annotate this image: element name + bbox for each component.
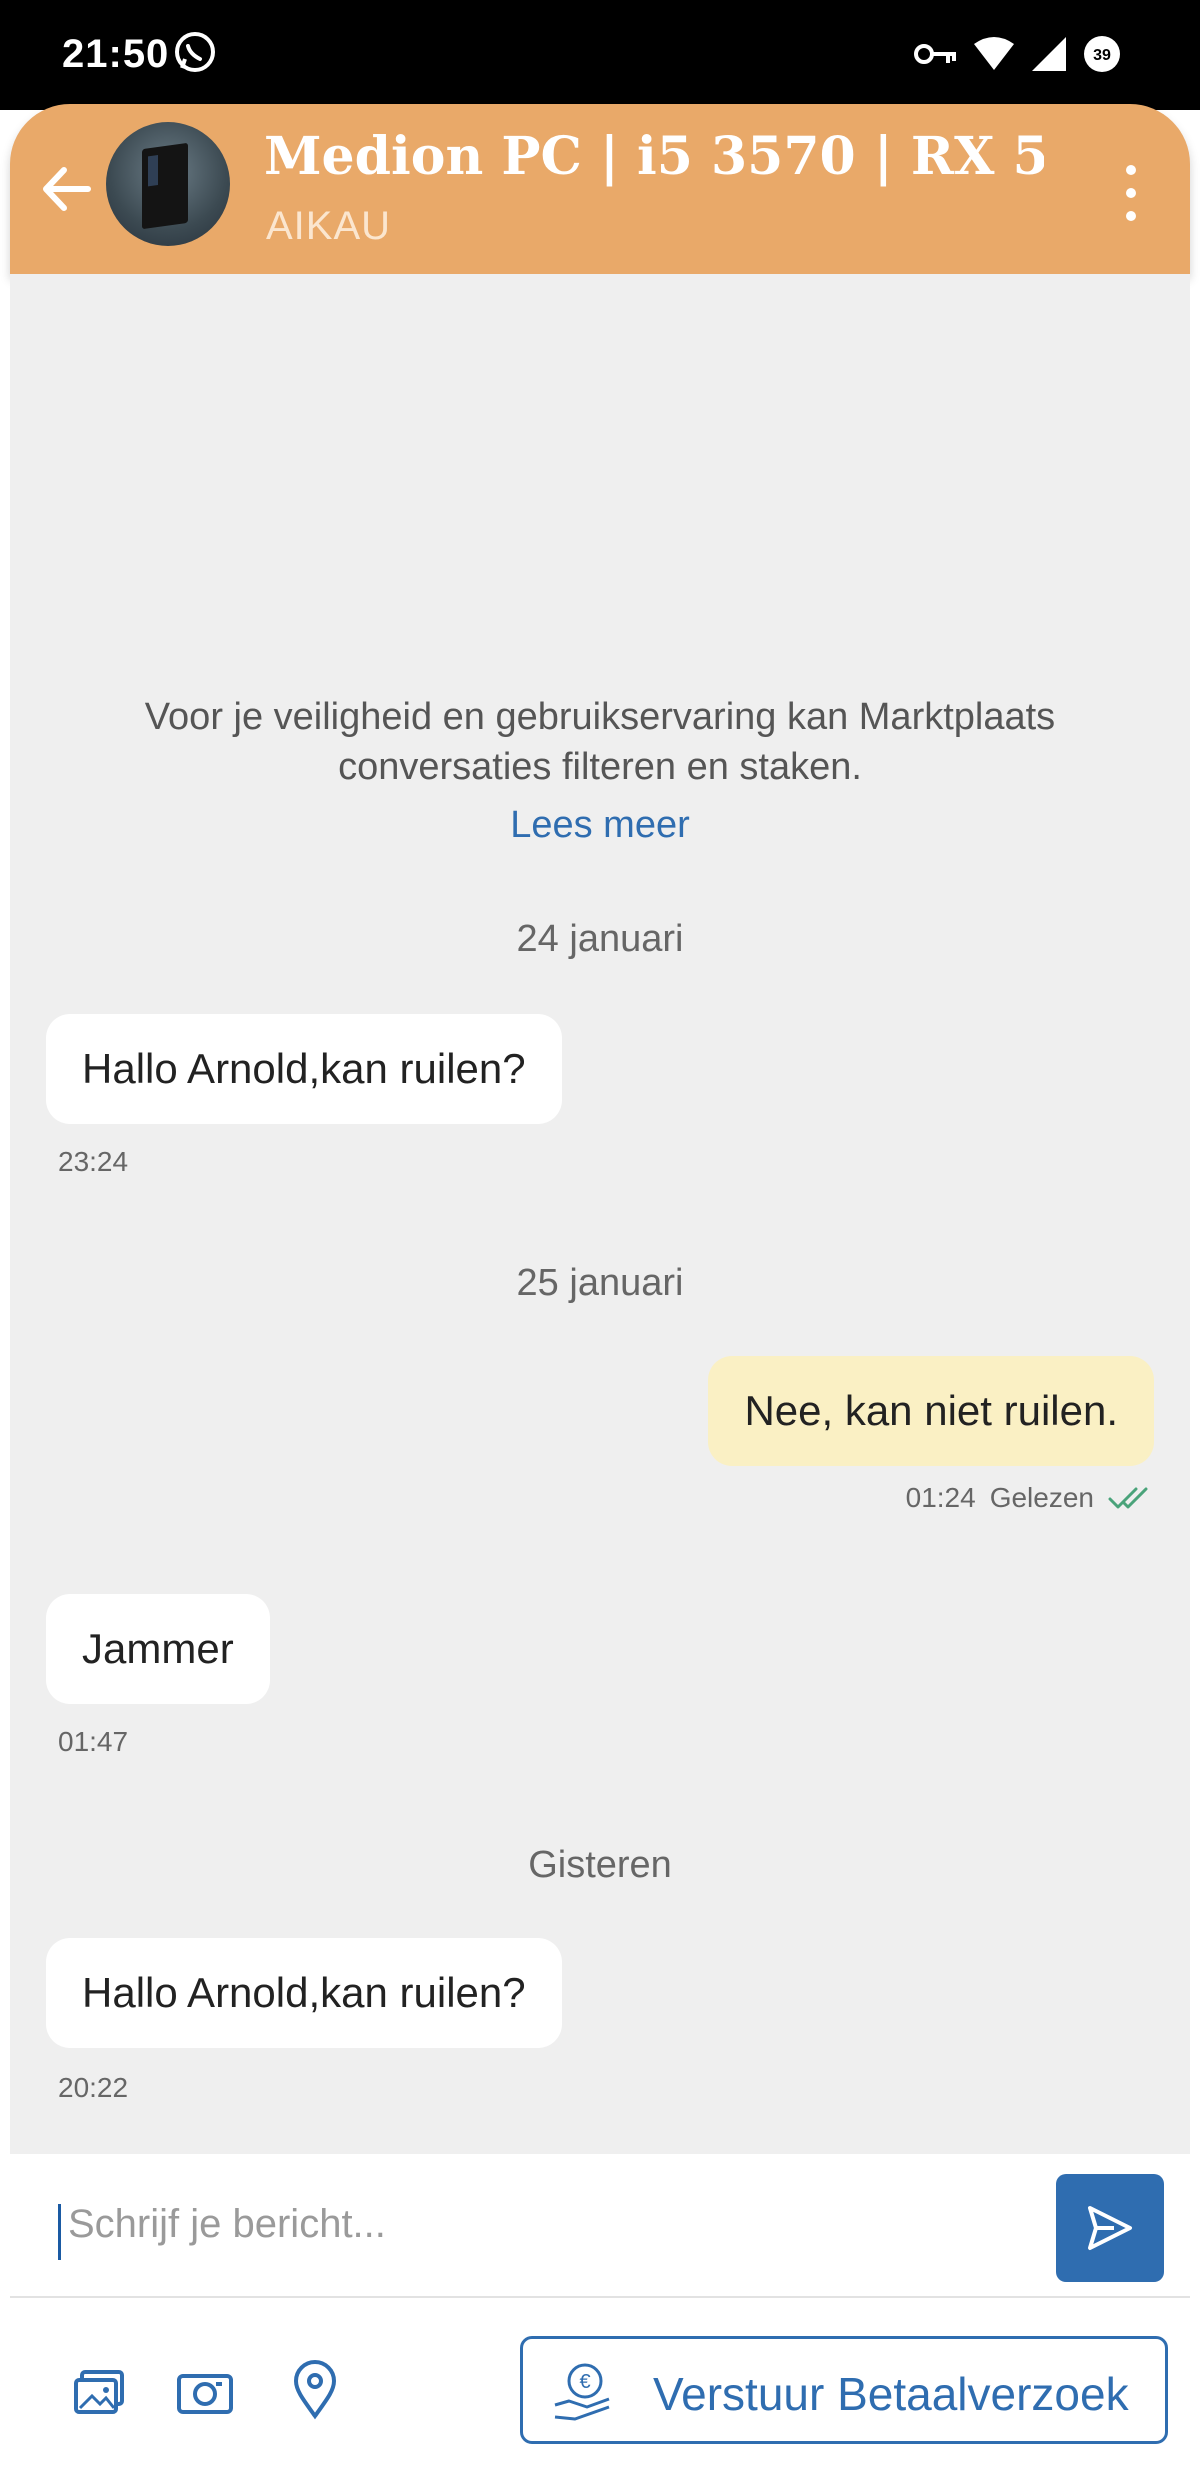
date-separator: Gisteren bbox=[528, 1844, 672, 1886]
battery-level: 39 bbox=[1093, 47, 1111, 64]
payment-request-button[interactable]: € Verstuur Betaalverzoek bbox=[520, 2336, 1168, 2444]
date-separator: 24 januari bbox=[516, 918, 684, 960]
message-time: 01:47 bbox=[58, 1726, 129, 1757]
chat-area[interactable]: Voor je veiligheid en gebruikservaring k… bbox=[10, 274, 1190, 2154]
status-time: 21:50 bbox=[62, 32, 170, 76]
notice-line-2: conversaties filteren en staken. bbox=[338, 746, 862, 788]
message-input[interactable]: Schrijf je bericht... bbox=[68, 2202, 386, 2247]
battery-icon: 39 bbox=[1084, 36, 1120, 72]
listing-avatar[interactable] bbox=[106, 122, 230, 246]
payment-request-label: Verstuur Betaalverzoek bbox=[653, 2368, 1129, 2420]
whatsapp-icon bbox=[175, 32, 215, 72]
location-icon[interactable] bbox=[292, 2360, 338, 2420]
notice-line-1: Voor je veiligheid en gebruikservaring k… bbox=[144, 696, 1056, 738]
message-read-status: 01:24 Gelezen bbox=[906, 1482, 1154, 1514]
conversation-header: Medion PC | i5 3570 | RX 570... AIKAU bbox=[10, 104, 1190, 274]
date-separator: 25 januari bbox=[516, 1262, 684, 1304]
send-icon bbox=[1088, 2206, 1132, 2250]
message-composer: Schrijf je bericht... bbox=[10, 2154, 1190, 2296]
message-bubble-incoming[interactable]: Hallo Arnold,kan ruilen? bbox=[46, 1938, 562, 2048]
double-check-icon bbox=[1108, 1487, 1148, 1509]
wifi-icon bbox=[974, 37, 1014, 70]
text-cursor bbox=[58, 2204, 61, 2260]
message-bubble-incoming[interactable]: Hallo Arnold,kan ruilen? bbox=[46, 1014, 562, 1124]
read-more-link[interactable]: Lees meer bbox=[10, 804, 1190, 847]
gallery-icon[interactable] bbox=[72, 2368, 128, 2418]
status-bar: 21:50 39 bbox=[0, 0, 1200, 110]
message-bubble-incoming[interactable]: Jammer bbox=[46, 1594, 270, 1704]
attachment-toolbar: € Verstuur Betaalverzoek bbox=[10, 2298, 1190, 2478]
signal-icon bbox=[1032, 37, 1066, 71]
read-status-label: Gelezen bbox=[989, 1482, 1094, 1513]
listing-title[interactable]: Medion PC | i5 3570 | RX 570... bbox=[264, 126, 1044, 187]
message-time: 20:22 bbox=[58, 2072, 129, 2103]
safety-notice: Voor je veiligheid en gebruikservaring k… bbox=[10, 692, 1190, 792]
svg-text:€: € bbox=[579, 2371, 590, 2393]
message-bubble-outgoing[interactable]: Nee, kan niet ruilen. bbox=[708, 1356, 1154, 1466]
euro-hand-icon: € bbox=[554, 2363, 610, 2421]
send-button[interactable] bbox=[1056, 2174, 1164, 2282]
key-icon bbox=[914, 44, 956, 64]
message-time: 23:24 bbox=[58, 1146, 129, 1177]
camera-icon[interactable] bbox=[176, 2368, 234, 2416]
more-vert-icon[interactable] bbox=[1116, 158, 1146, 228]
message-time: 01:24 bbox=[905, 1482, 976, 1513]
contact-name: AIKAU bbox=[266, 204, 392, 248]
back-arrow-icon[interactable] bbox=[32, 154, 102, 224]
